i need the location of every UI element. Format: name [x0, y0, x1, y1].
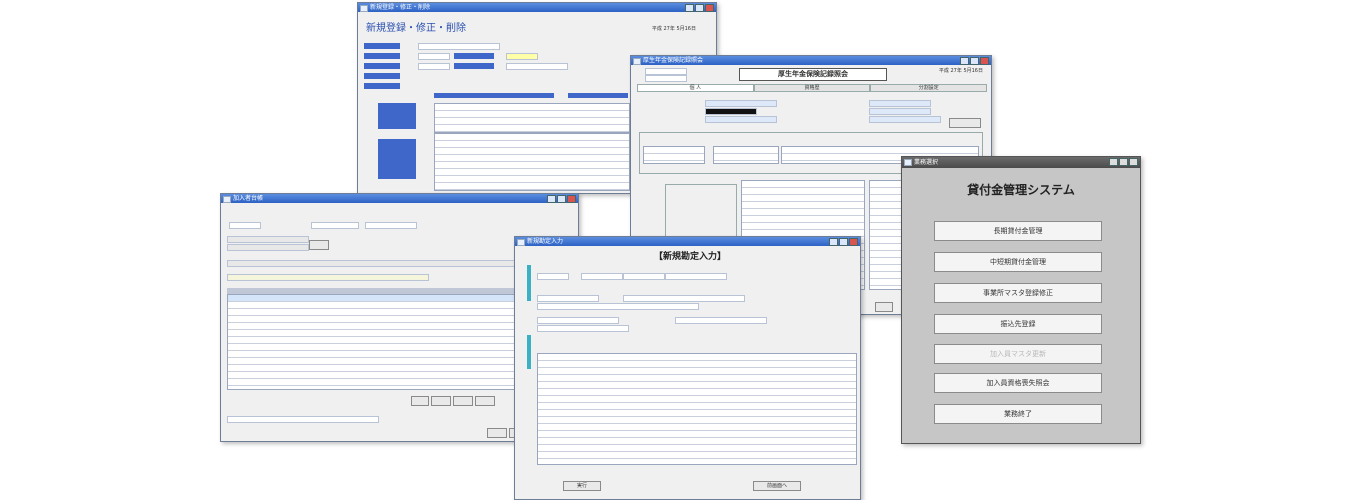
app-icon	[904, 159, 912, 166]
app-icon	[633, 58, 641, 65]
new-contract-table	[537, 353, 857, 465]
registration-heading: 新規登録・修正・削除	[366, 23, 466, 34]
run-button[interactable]: 実行	[563, 481, 601, 491]
close-icon[interactable]	[705, 4, 714, 12]
menu-item-member-master-update: 加入員マスタ更新	[934, 344, 1102, 364]
new-contract-titlebar: 新規勘定入力	[515, 237, 860, 246]
ledger-title: 加入者台帳	[233, 195, 264, 202]
maximize-icon[interactable]	[1119, 158, 1128, 166]
new-contract-heading: 【新規勘定入力】	[653, 252, 726, 262]
registration-date: 平成 27年 5月16日	[651, 26, 696, 32]
new-contract-title: 新規勘定入力	[527, 238, 564, 245]
new-contract-window: 新規勘定入力 【新規勘定入力】 実行 前画面へ	[514, 236, 861, 500]
minimize-icon[interactable]	[685, 4, 694, 12]
pension-heading: 厚生年金保険記録照会	[739, 68, 887, 81]
registration-titlebar: 新規登録・修正・削除	[358, 3, 716, 12]
menu-item-transfer-registration[interactable]: 振込先登録	[934, 314, 1102, 334]
tab-individual[interactable]: 個 人	[637, 84, 754, 92]
window-controls	[829, 238, 858, 246]
maximize-icon[interactable]	[970, 57, 979, 65]
minimize-icon[interactable]	[1109, 158, 1118, 166]
tab-qualification[interactable]: 資格歴	[753, 84, 871, 92]
window-controls	[547, 195, 576, 203]
close-icon[interactable]	[567, 195, 576, 203]
menu-item-long-term-loan[interactable]: 長期貸付金管理	[934, 221, 1102, 241]
maximize-icon[interactable]	[557, 195, 566, 203]
app-icon	[223, 196, 231, 203]
menu-item-office-master[interactable]: 事業所マスタ登録修正	[934, 283, 1102, 303]
menu-heading: 貸付金管理システム	[967, 183, 1075, 197]
maximize-icon[interactable]	[839, 238, 848, 246]
menu-item-mid-short-term-loan[interactable]: 中短期貸付金管理	[934, 252, 1102, 272]
menu-item-member-disqualification[interactable]: 加入員資格喪失照会	[934, 373, 1102, 393]
window-controls	[1109, 158, 1138, 166]
window-controls	[685, 4, 714, 12]
pension-title: 厚生年金保険記録照会	[643, 57, 704, 64]
minimize-icon[interactable]	[829, 238, 838, 246]
pension-date: 平成 27年 5月16日	[938, 68, 983, 74]
minimize-icon[interactable]	[547, 195, 556, 203]
close-icon[interactable]	[849, 238, 858, 246]
ledger-titlebar: 加入者台帳	[221, 194, 578, 203]
menu-titlebar: 業務選択	[902, 157, 1140, 168]
menu-item-exit[interactable]: 業務終了	[934, 404, 1102, 424]
back-button[interactable]: 前画面へ	[753, 481, 801, 491]
pension-tab-bar: 個 人 資格歴 分割設定	[637, 84, 988, 92]
tab-split[interactable]: 分割設定	[870, 84, 988, 92]
minimize-icon[interactable]	[960, 57, 969, 65]
pension-action-button[interactable]	[949, 118, 981, 128]
menu-title: 業務選択	[914, 159, 939, 166]
registration-title: 新規登録・修正・削除	[370, 4, 431, 11]
menu-window: 業務選択 貸付金管理システム 長期貸付金管理 中短期貸付金管理 事業所マスタ登録…	[901, 156, 1141, 444]
close-icon[interactable]	[1129, 158, 1138, 166]
window-controls	[960, 57, 989, 65]
pension-titlebar: 厚生年金保険記録照会	[631, 56, 991, 65]
app-icon	[517, 239, 525, 246]
maximize-icon[interactable]	[695, 4, 704, 12]
app-icon	[360, 5, 368, 12]
close-icon[interactable]	[980, 57, 989, 65]
